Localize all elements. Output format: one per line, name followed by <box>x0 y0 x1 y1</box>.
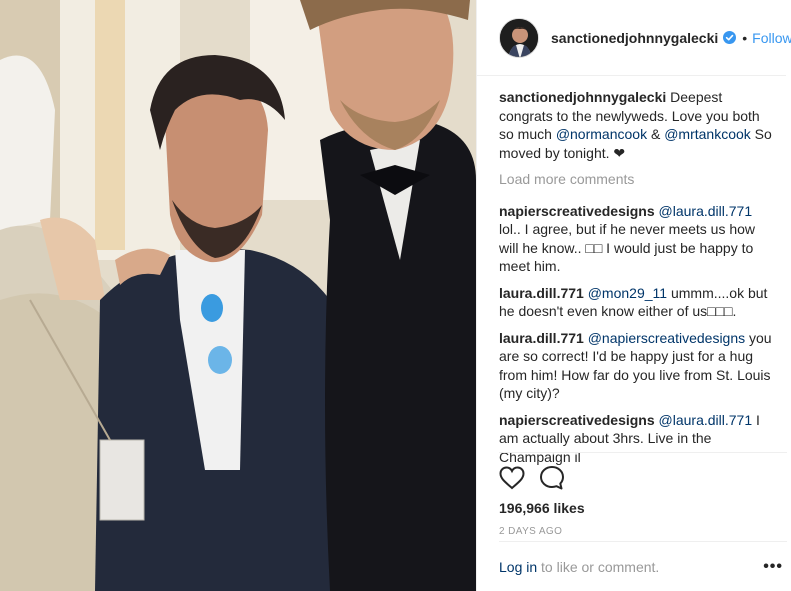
post-photo[interactable] <box>0 0 476 591</box>
load-more-comments-button[interactable]: Load more comments <box>499 170 775 189</box>
comment-bubble-icon[interactable] <box>539 465 565 491</box>
login-prompt: Log in to like or comment. <box>499 559 659 575</box>
comment-mention[interactable]: @napierscreativedesigns <box>588 330 745 346</box>
comment-mention[interactable]: @mon29_11 <box>588 285 667 301</box>
verified-badge-icon <box>723 31 737 44</box>
comment-item: napierscreativedesigns @laura.dill.771 l… <box>499 202 775 276</box>
caption-mention[interactable]: @mrtankcook <box>664 126 751 142</box>
comment-text: lol.. I agree, but if he never meets us … <box>499 221 756 274</box>
post-header: sanctionedjohnnygalecki • Follow <box>477 0 791 76</box>
post-timestamp: 2 DAYS AGO <box>499 526 563 537</box>
post-sidebar: sanctionedjohnnygalecki • Follow sanctio… <box>476 0 791 591</box>
caption-username[interactable]: sanctionedjohnnygalecki <box>499 89 666 105</box>
header-username[interactable]: sanctionedjohnnygalecki <box>551 30 718 46</box>
comment-username[interactable]: laura.dill.771 <box>499 330 584 346</box>
caption-text: & <box>647 126 665 142</box>
follow-button[interactable]: Follow <box>752 30 791 46</box>
caption-mention[interactable]: @normancook <box>556 126 647 142</box>
comment-item: laura.dill.771 @mon29_11 ummm....ok but … <box>499 284 775 321</box>
likes-count[interactable]: 196,966 likes <box>499 500 787 516</box>
comment-username[interactable]: napierscreativedesigns <box>499 203 655 219</box>
comment-mention[interactable]: @laura.dill.771 <box>659 412 753 428</box>
caption: sanctionedjohnnygalecki Deepest congrats… <box>499 88 775 162</box>
post-actions: 196,966 likes 2 DAYS AGO <box>499 452 787 537</box>
comment-item: laura.dill.771 @napierscreativedesigns y… <box>499 329 775 403</box>
comment-username[interactable]: laura.dill.771 <box>499 285 584 301</box>
header-separator: • <box>742 29 748 46</box>
heart-icon[interactable] <box>499 465 525 491</box>
login-link[interactable]: Log in <box>499 559 537 575</box>
comment-username[interactable]: napierscreativedesigns <box>499 412 655 428</box>
more-options-icon[interactable]: ••• <box>763 558 787 576</box>
login-prompt-text: to like or comment. <box>537 558 660 575</box>
comments-list: sanctionedjohnnygalecki Deepest congrats… <box>477 76 791 466</box>
comment-mention[interactable]: @laura.dill.771 <box>659 203 753 219</box>
avatar[interactable] <box>499 17 539 58</box>
photo-illustration <box>0 0 476 591</box>
login-footer: Log in to like or comment. ••• <box>499 541 787 591</box>
avatar-image <box>500 18 538 57</box>
action-bar <box>499 453 787 497</box>
